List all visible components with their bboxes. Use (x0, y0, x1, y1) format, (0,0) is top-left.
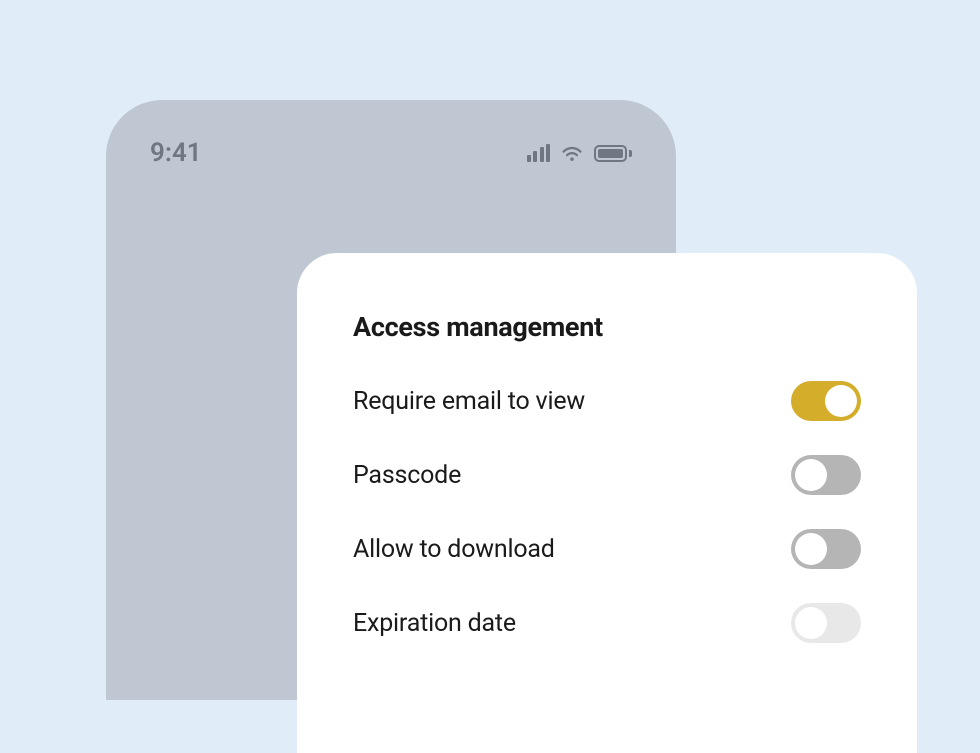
status-bar: 9:41 (106, 100, 676, 168)
setting-label: Expiration date (353, 609, 516, 638)
toggle-expiration-date[interactable] (791, 603, 861, 643)
toggle-passcode[interactable] (791, 455, 861, 495)
setting-expiration-date: Expiration date (353, 603, 861, 643)
toggle-allow-download[interactable] (791, 529, 861, 569)
signal-icon (527, 144, 551, 162)
panel-title: Access management (353, 311, 861, 343)
status-time: 9:41 (150, 138, 202, 168)
setting-label: Passcode (353, 461, 461, 490)
battery-icon (594, 145, 632, 162)
setting-label: Allow to download (353, 535, 555, 564)
toggle-require-email[interactable] (791, 381, 861, 421)
access-management-panel: Access management Require email to view … (297, 253, 917, 753)
setting-require-email: Require email to view (353, 381, 861, 421)
setting-passcode: Passcode (353, 455, 861, 495)
wifi-icon (560, 141, 584, 165)
setting-label: Require email to view (353, 387, 585, 416)
status-icons (527, 141, 633, 165)
setting-allow-download: Allow to download (353, 529, 861, 569)
